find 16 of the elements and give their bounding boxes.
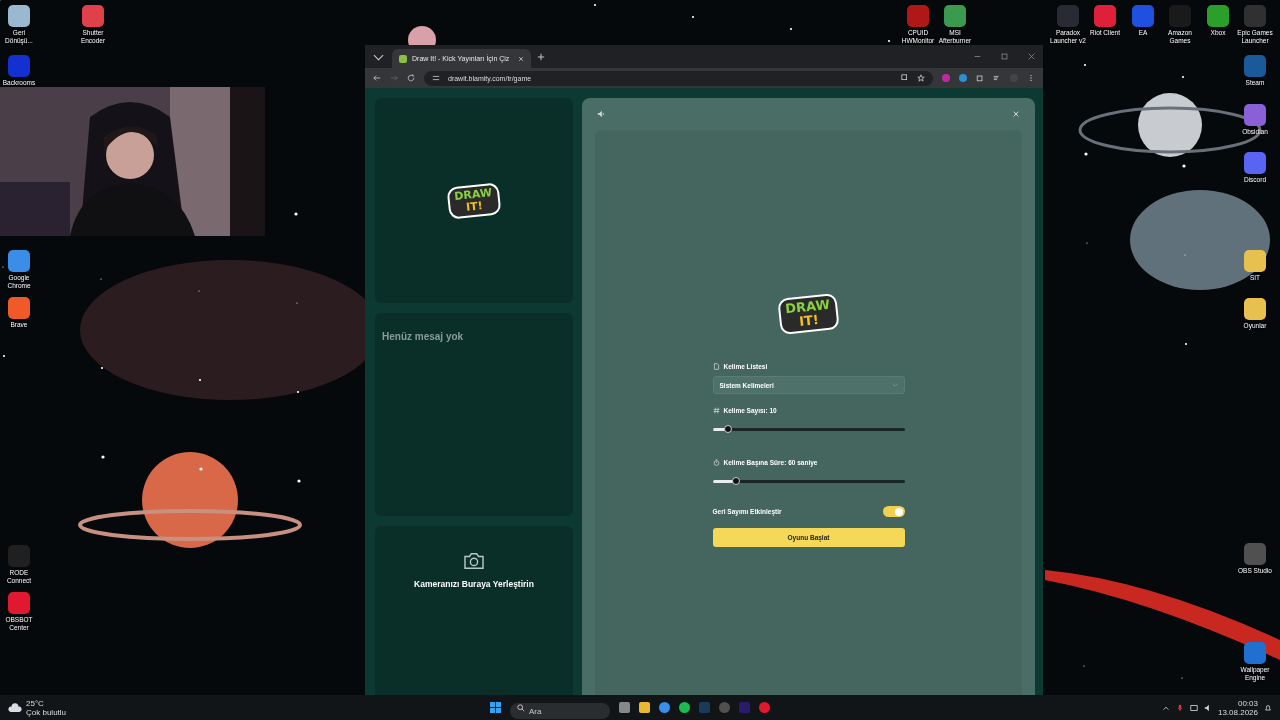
folder-icon[interactable] (639, 702, 650, 713)
taskbar-app-icon[interactable] (619, 702, 630, 713)
taskbar-app-icon[interactable] (659, 702, 670, 713)
cloud-icon[interactable] (8, 702, 22, 713)
weather-condition-text[interactable]: Çok bulutlu (26, 707, 67, 717)
search-icon (517, 703, 525, 712)
microphone-icon[interactable] (1175, 703, 1184, 712)
windows-start-icon[interactable] (490, 702, 501, 713)
taskbar-app-icon[interactable] (759, 702, 770, 713)
taskbar-app-icon[interactable] (679, 702, 690, 713)
volume-icon[interactable] (1203, 703, 1212, 712)
clock-time[interactable]: 00:03 (1237, 698, 1258, 708)
taskbar-search-field[interactable]: Ara (510, 703, 610, 719)
notification-bell-icon[interactable] (1264, 703, 1272, 712)
temperature-text[interactable]: 25°C (26, 698, 67, 708)
clock-date[interactable]: 13.08.2026 (1217, 707, 1258, 717)
